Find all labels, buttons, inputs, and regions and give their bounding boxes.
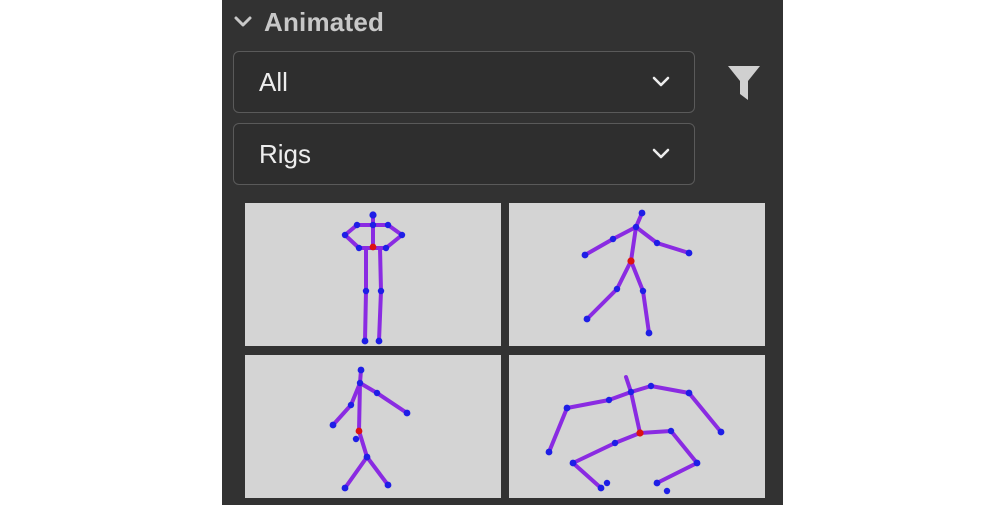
rig-thumbnail[interactable] xyxy=(245,355,501,498)
rig-skeleton-dancing xyxy=(329,366,411,492)
animated-assets-panel: Animated All Rigs xyxy=(222,0,783,505)
rig-thumbnail[interactable] xyxy=(245,203,501,346)
type-dropdown[interactable]: Rigs xyxy=(233,123,695,185)
category-dropdown-value: All xyxy=(259,66,288,97)
chevron-down-icon[interactable] xyxy=(232,11,254,33)
rig-thumbnail[interactable] xyxy=(509,355,765,498)
rig-skeleton-crawling xyxy=(545,375,725,495)
chevron-down-icon xyxy=(652,76,670,87)
chevron-down-icon xyxy=(652,148,670,159)
section-header-animated[interactable]: Animated xyxy=(232,4,384,40)
rig-skeleton-hands-on-hips xyxy=(341,211,406,345)
type-dropdown-value: Rigs xyxy=(259,138,312,169)
filter-funnel-icon xyxy=(728,66,760,100)
category-dropdown[interactable]: All xyxy=(233,51,695,113)
rig-skeleton-walking xyxy=(581,209,693,337)
filter-button[interactable] xyxy=(727,64,761,102)
section-title: Animated xyxy=(264,6,385,37)
rig-thumbnail[interactable] xyxy=(509,203,765,346)
